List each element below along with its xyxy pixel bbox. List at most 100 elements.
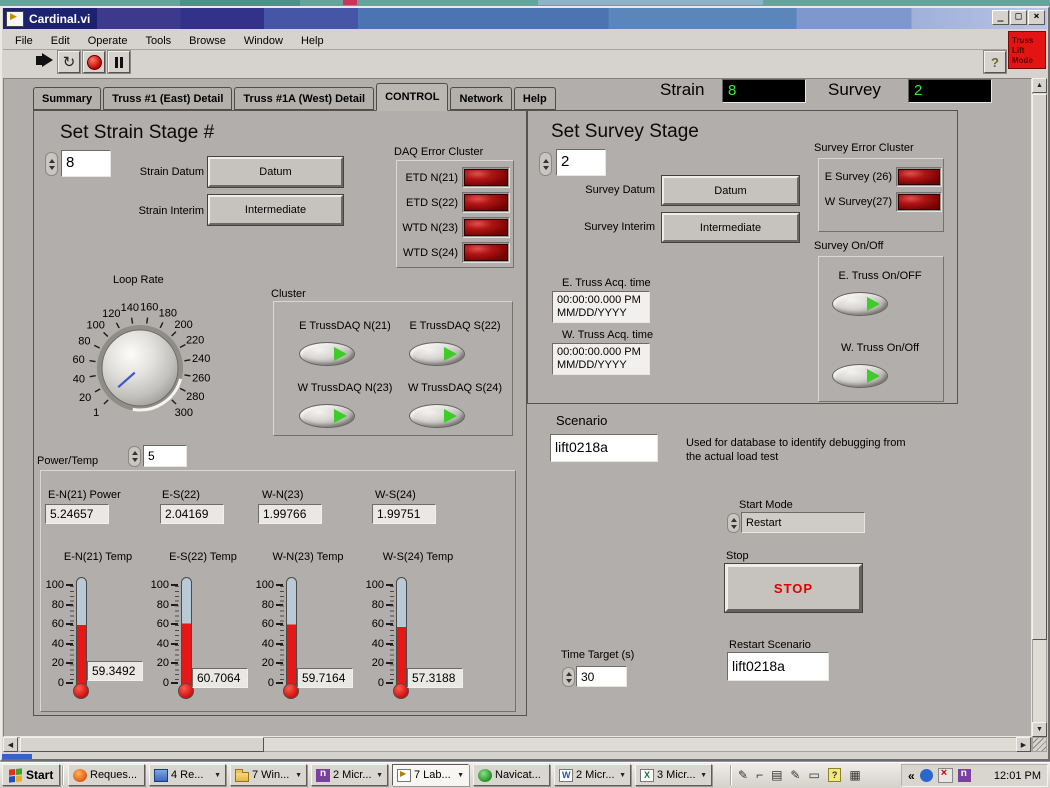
trussdaq-switch[interactable]: [299, 342, 355, 366]
navicat-icon: [478, 769, 492, 782]
tab-network[interactable]: Network: [450, 87, 511, 110]
survey-stage-display: 2: [908, 79, 992, 103]
pause-icon: [115, 57, 118, 68]
led-label: WTD N(23): [398, 222, 462, 234]
menu-item-tools[interactable]: Tools: [136, 33, 180, 50]
strain-interim-button[interactable]: Intermediate: [208, 195, 343, 225]
onoff-switch[interactable]: [832, 292, 888, 316]
run-continuous-button[interactable]: ↻: [58, 51, 80, 73]
mic-icon[interactable]: ✎: [738, 765, 748, 785]
survey-datum-label: Survey Datum: [575, 184, 655, 196]
tray-onenote-icon[interactable]: [958, 769, 971, 782]
network-icon: [154, 769, 168, 782]
tab-truss-1-east-detail[interactable]: Truss #1 (East) Detail: [103, 87, 232, 110]
survey-stage-input[interactable]: 2: [556, 149, 606, 176]
survey-error-rows: E Survey (26)W Survey(27): [820, 164, 942, 214]
loop-rate-knob[interactable]: 1204060801001201401601802002202402602803…: [57, 284, 227, 454]
trussdaq-switch[interactable]: [409, 404, 465, 428]
monitor-pen-icon[interactable]: ▤: [771, 765, 782, 785]
tray-disconnect-icon[interactable]: [938, 768, 953, 783]
scroll-left-button[interactable]: ◀: [3, 737, 18, 752]
help-icon[interactable]: ?: [828, 768, 842, 782]
tab-help[interactable]: Help: [514, 87, 556, 110]
temp-label: E-N(21) Temp: [42, 551, 154, 563]
context-help-button[interactable]: ?: [984, 51, 1006, 73]
set-strain-stage-title: Set Strain Stage #: [60, 122, 214, 144]
pen-icon[interactable]: ✎: [790, 765, 800, 785]
resize-grip[interactable]: [1032, 737, 1047, 752]
scroll-right-button[interactable]: ▶: [1016, 737, 1031, 752]
trussdaq-switch[interactable]: [409, 342, 465, 366]
window-icon[interactable]: ▭: [808, 765, 819, 785]
pause-button[interactable]: [108, 51, 130, 73]
time-target-input[interactable]: 30: [576, 666, 627, 687]
taskbar-divider: [62, 765, 64, 785]
scenario-input[interactable]: lift0218a: [550, 434, 658, 462]
start-button[interactable]: Start: [2, 764, 60, 786]
led-label: ETD S(22): [398, 197, 462, 209]
red-led-icon: [464, 169, 508, 186]
time-target-label: Time Target (s): [561, 649, 634, 661]
taskbar-button-word[interactable]: 2 Micr...▼: [554, 764, 631, 786]
start-mode-input[interactable]: Restart: [741, 512, 865, 533]
gesture-icon[interactable]: ⌐: [756, 765, 763, 785]
minimize-button[interactable]: _: [992, 10, 1009, 25]
taskbar-button-labview[interactable]: 7 Lab...▼: [392, 764, 469, 786]
taskbar-button-folder[interactable]: 7 Win...▼: [230, 764, 307, 786]
horizontal-scroll-thumb[interactable]: [20, 737, 264, 752]
menu-item-window[interactable]: Window: [235, 33, 292, 50]
knob-tick-label: 180: [159, 308, 177, 320]
taskbar-button-excel[interactable]: 3 Micr...▼: [635, 764, 712, 786]
onoff-switch[interactable]: [832, 364, 888, 388]
red-led-icon: [464, 219, 508, 236]
maximize-button[interactable]: □: [1010, 10, 1027, 25]
thermometer-bulb: [73, 683, 89, 699]
start-mode-spinner[interactable]: [727, 513, 740, 533]
strain-stage-spinner[interactable]: [45, 152, 58, 176]
time-target-spinner[interactable]: [562, 667, 575, 687]
task-label: 2 Micr...: [333, 769, 372, 781]
stop-button[interactable]: STOP: [725, 564, 862, 612]
dropdown-arrow-icon: ▼: [619, 772, 626, 779]
taskbar-button-onenote[interactable]: 2 Micr...▼: [311, 764, 388, 786]
temp-scale-tick-label: 100: [358, 579, 384, 591]
menu-item-edit[interactable]: Edit: [42, 33, 79, 50]
scroll-down-button[interactable]: ▼: [1032, 722, 1047, 737]
survey-stage-title: Survey: [828, 80, 881, 100]
tab-control[interactable]: CONTROL: [376, 83, 448, 111]
temp-scale-tick-label: 0: [248, 677, 274, 689]
menu-item-help[interactable]: Help: [292, 33, 333, 50]
abort-button[interactable]: [83, 51, 105, 73]
tray-alert-icon[interactable]: [920, 769, 933, 782]
taskbar-button-firefox[interactable]: Reques...: [68, 764, 145, 786]
restart-scenario-input[interactable]: lift0218a: [727, 652, 829, 681]
desktop-strip-segment: [343, 0, 357, 5]
menu-item-file[interactable]: File: [6, 33, 42, 50]
tab-summary[interactable]: Summary: [33, 87, 101, 110]
temp-scale-tick-label: 0: [358, 677, 384, 689]
vertical-scroll-thumb[interactable]: [1032, 94, 1047, 640]
menu-item-browse[interactable]: Browse: [180, 33, 235, 50]
survey-stage-spinner[interactable]: [539, 152, 552, 176]
temp-scale-tick-label: 20: [248, 657, 274, 669]
trussdaq-switch[interactable]: [299, 404, 355, 428]
taskbar-button-network[interactable]: 4 Re...▼: [149, 764, 226, 786]
temp-scale-tick-label: 60: [143, 618, 169, 630]
title-bar[interactable]: Cardinal.vi: [3, 8, 1047, 29]
tab-truss-1a-west-detail[interactable]: Truss #1A (West) Detail: [234, 87, 374, 110]
power-label: E-S(22): [162, 489, 200, 501]
strain-stage-input[interactable]: 8: [61, 150, 111, 177]
stack-icon[interactable]: ▦: [849, 765, 860, 785]
survey-datum-button[interactable]: Datum: [662, 176, 799, 205]
run-button[interactable]: [36, 53, 53, 67]
temp-minor-ticks: [175, 586, 179, 683]
scroll-up-button[interactable]: ▲: [1032, 78, 1047, 93]
tray-chevron-icon[interactable]: «: [908, 769, 915, 783]
menu-item-operate[interactable]: Operate: [79, 33, 137, 50]
close-button[interactable]: ×: [1028, 10, 1045, 25]
survey-interim-button[interactable]: Intermediate: [662, 213, 799, 242]
strain-datum-button[interactable]: Datum: [208, 157, 343, 187]
thermometer-tube: [181, 577, 192, 686]
taskbar-button-navicat[interactable]: Navicat...: [473, 764, 550, 786]
daq-error-row: ETD S(22): [398, 190, 510, 215]
